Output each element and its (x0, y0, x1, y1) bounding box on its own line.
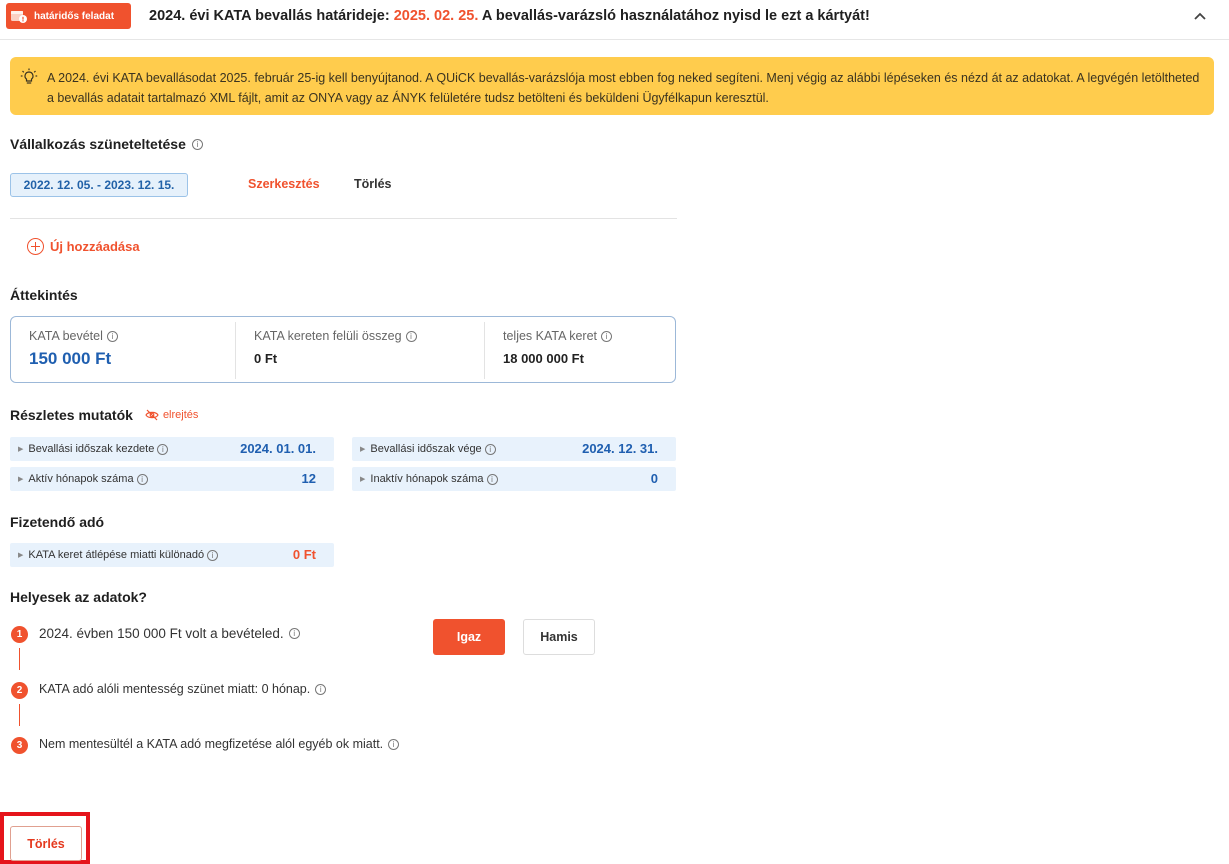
section-divider (10, 218, 677, 219)
step-connector (19, 704, 20, 726)
delete-button[interactable]: Törlés (10, 826, 82, 861)
overview-value: 0 Ft (254, 351, 278, 366)
metric-label-text: Bevallási időszak kezdete (28, 443, 155, 455)
metric-label: ▶ Aktív hónapok száma i (18, 473, 148, 485)
hide-label: elrejtés (162, 409, 199, 421)
overview-value: 150 000 Ft (29, 349, 112, 368)
metric-value: 0 (650, 471, 658, 486)
step-text-content: 2024. évben 150 000 Ft volt a bevételed. (39, 626, 284, 641)
edit-suspension-link[interactable]: Szerkesztés (248, 177, 320, 191)
step-text: KATA adó alóli mentesség szünet miatt: 0… (39, 682, 327, 696)
step-text: 2024. évben 150 000 Ft volt a bevételed.… (39, 626, 300, 641)
lightbulb-icon (20, 68, 38, 84)
step-text-content: Nem mentesültél a KATA adó megfizetése a… (39, 737, 384, 751)
info-icon[interactable]: i (388, 738, 400, 750)
delete-suspension-link[interactable]: Törlés (354, 177, 392, 191)
chevron-up-icon[interactable] (1192, 8, 1208, 24)
metric-value: 0 Ft (292, 547, 316, 562)
step-text-content: KATA adó alóli mentesség szünet miatt: 0… (39, 682, 311, 696)
suspension-title-text: Vállalkozás szüneteltetése (10, 136, 186, 152)
step-text: Nem mentesültél a KATA adó megfizetése a… (39, 737, 400, 751)
step-number: 3 (11, 737, 28, 754)
metric-special-tax: ▶ KATA keret átlépése miatti különadó i … (10, 543, 334, 567)
deadline-date: 2025. 02. 25. (393, 8, 479, 24)
overview-separator (235, 322, 236, 379)
overview-title: Áttekintés (10, 287, 78, 303)
bullet-triangle-icon: ▶ (360, 476, 366, 483)
info-icon[interactable]: i (157, 443, 169, 455)
notice-text: A 2024. évi KATA bevallásodat 2025. febr… (47, 71, 1200, 105)
deadline-task-badge: határidős feladat (6, 3, 131, 29)
overview-card: KATA bevétel i 150 000 Ft KATA kereten f… (10, 316, 676, 383)
add-new-suspension-button[interactable]: Új hozzáadása (27, 238, 140, 255)
highlight-box: Törlés (0, 812, 90, 864)
metric-inactive-months: ▶ Inaktív hónapok száma i 0 (352, 467, 676, 491)
deadline-badge-label: határidős feladat (34, 10, 115, 22)
info-icon[interactable]: i (484, 443, 496, 455)
info-notice: A 2024. évi KATA bevallásodat 2025. febr… (10, 57, 1214, 115)
step-number: 1 (11, 626, 28, 643)
info-icon[interactable]: i (405, 330, 417, 342)
check-title: Helyesek az adatok? (10, 589, 147, 605)
deadline-title: 2024. évi KATA bevallás határideje: 2025… (149, 8, 870, 24)
deadline-title-suffix: A bevallás-varázsló használatához nyisd … (481, 8, 870, 24)
step-number: 2 (11, 682, 28, 699)
bullet-triangle-icon: ▶ (360, 446, 366, 453)
metric-label-text: Bevallási időszak vége (370, 443, 482, 455)
task-header[interactable]: határidős feladat 2024. évi KATA bevallá… (0, 0, 1229, 40)
metric-value: 2024. 12. 31. (582, 441, 658, 456)
metric-period-start: ▶ Bevallási időszak kezdete i 2024. 01. … (10, 437, 334, 461)
info-icon[interactable]: i (106, 330, 118, 342)
metric-label: ▶ KATA keret átlépése miatti különadó i (18, 549, 219, 561)
info-icon[interactable]: i (136, 473, 148, 485)
bullet-triangle-icon: ▶ (18, 552, 24, 559)
metric-label: ▶ Bevallási időszak kezdete i (18, 443, 169, 455)
eye-off-icon (145, 409, 159, 421)
suspension-title: Vállalkozás szüneteltetése i (10, 136, 203, 152)
overview-label-text: teljes KATA keret (503, 329, 598, 343)
overview-label: KATA kereten felüli összeg i (254, 329, 417, 343)
metric-label-text: KATA keret átlépése miatti különadó (28, 549, 205, 561)
overview-label: KATA bevétel i (29, 329, 118, 343)
add-new-label: Új hozzáadása (50, 239, 140, 254)
metric-value: 12 (301, 471, 316, 486)
details-title-text: Részletes mutatók (10, 407, 133, 423)
info-icon[interactable]: i (601, 330, 613, 342)
overview-value: 18 000 000 Ft (503, 351, 584, 366)
metric-period-end: ▶ Bevallási időszak vége i 2024. 12. 31. (352, 437, 676, 461)
metric-label: ▶ Inaktív hónapok száma i (360, 473, 498, 485)
info-icon[interactable]: i (486, 473, 498, 485)
metric-label-text: Aktív hónapok száma (28, 473, 134, 485)
overview-separator (484, 322, 485, 379)
plus-circle-icon (27, 238, 44, 255)
overview-label: teljes KATA keret i (503, 329, 613, 343)
info-icon[interactable]: i (191, 138, 203, 150)
false-button[interactable]: Hamis (523, 619, 595, 655)
overview-label-text: KATA bevétel (29, 329, 103, 343)
tax-title: Fizetendő adó (10, 514, 105, 530)
suspension-period-chip: 2022. 12. 05. - 2023. 12. 15. (10, 173, 188, 197)
metric-label-text: Inaktív hónapok száma (370, 473, 484, 485)
bullet-triangle-icon: ▶ (18, 476, 24, 483)
info-icon[interactable]: i (207, 549, 219, 561)
info-icon[interactable]: i (315, 683, 327, 695)
info-icon[interactable]: i (288, 628, 300, 639)
hide-details-link[interactable]: elrejtés (145, 409, 198, 421)
bullet-triangle-icon: ▶ (18, 446, 24, 453)
step-connector (19, 648, 20, 670)
deadline-title-prefix: 2024. évi KATA bevallás határideje: (149, 8, 390, 24)
metric-active-months: ▶ Aktív hónapok száma i 12 (10, 467, 334, 491)
metric-value: 2024. 01. 01. (240, 441, 316, 456)
overview-label-text: KATA kereten felüli összeg (254, 329, 402, 343)
details-title: Részletes mutatók elrejtés (10, 407, 198, 423)
task-calendar-icon (11, 11, 27, 23)
true-button[interactable]: Igaz (433, 619, 505, 655)
metric-label: ▶ Bevallási időszak vége i (360, 443, 496, 455)
